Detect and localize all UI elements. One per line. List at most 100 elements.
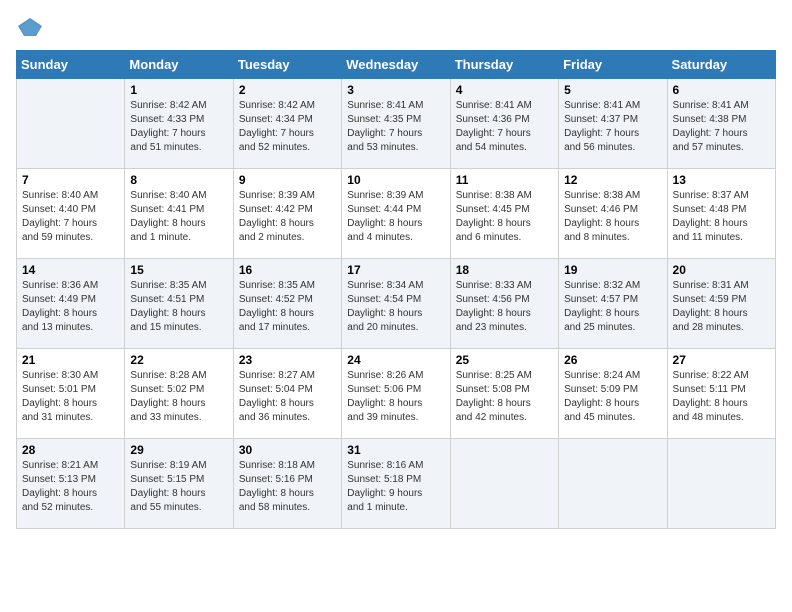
day-number: 25 [456, 353, 553, 367]
day-cell: 17 Sunrise: 8:34 AM Sunset: 4:54 PM Dayli… [342, 259, 450, 349]
day-cell: 1Sunrise: 8:42 AM Sunset: 4:33 PM Daylig… [125, 79, 233, 169]
day-number: 6 [673, 83, 770, 97]
day-number: 16 [239, 263, 336, 277]
day-cell: 8 Sunrise: 8:40 AM Sunset: 4:41 PM Daylig… [125, 169, 233, 259]
day-info: Sunrise: 8:35 AM Sunset: 4:52 PM Dayligh… [239, 279, 336, 335]
day-cell: 28 Sunrise: 8:21 AM Sunset: 5:13 PM Dayli… [17, 439, 125, 529]
day-info: Sunrise: 8:34 AM Sunset: 4:54 PM Dayligh… [347, 279, 444, 335]
day-info: Sunrise: 8:35 AM Sunset: 4:51 PM Dayligh… [130, 279, 227, 335]
logo-icon [16, 16, 44, 38]
day-number: 5 [564, 83, 661, 97]
day-number: 9 [239, 173, 336, 187]
day-cell: 27 Sunrise: 8:22 AM Sunset: 5:11 PM Dayli… [667, 349, 775, 439]
day-cell: 22 Sunrise: 8:28 AM Sunset: 5:02 PM Dayli… [125, 349, 233, 439]
week-row-4: 21 Sunrise: 8:30 AM Sunset: 5:01 PM Dayli… [17, 349, 776, 439]
calendar-header-row: SundayMondayTuesdayWednesdayThursdayFrid… [17, 51, 776, 79]
day-info: Sunrise: 8:38 AM Sunset: 4:46 PM Dayligh… [564, 189, 661, 245]
day-info: Sunrise: 8:42 AM Sunset: 4:33 PM Dayligh… [130, 99, 227, 155]
week-row-1: 1Sunrise: 8:42 AM Sunset: 4:33 PM Daylig… [17, 79, 776, 169]
day-number: 12 [564, 173, 661, 187]
day-number: 28 [22, 443, 119, 457]
day-cell: 7 Sunrise: 8:40 AM Sunset: 4:40 PM Daylig… [17, 169, 125, 259]
day-cell [667, 439, 775, 529]
day-info: Sunrise: 8:41 AM Sunset: 4:37 PM Dayligh… [564, 99, 661, 155]
day-info: Sunrise: 8:41 AM Sunset: 4:38 PM Dayligh… [673, 99, 770, 155]
column-header-friday: Friday [559, 51, 667, 79]
day-number: 19 [564, 263, 661, 277]
day-cell: 14 Sunrise: 8:36 AM Sunset: 4:49 PM Dayli… [17, 259, 125, 349]
day-number: 26 [564, 353, 661, 367]
day-info: Sunrise: 8:36 AM Sunset: 4:49 PM Dayligh… [22, 279, 119, 335]
day-number: 14 [22, 263, 119, 277]
day-cell: 12 Sunrise: 8:38 AM Sunset: 4:46 PM Dayli… [559, 169, 667, 259]
day-number: 27 [673, 353, 770, 367]
day-number: 10 [347, 173, 444, 187]
day-info: Sunrise: 8:21 AM Sunset: 5:13 PM Dayligh… [22, 459, 119, 515]
column-header-tuesday: Tuesday [233, 51, 341, 79]
day-info: Sunrise: 8:25 AM Sunset: 5:08 PM Dayligh… [456, 369, 553, 425]
day-cell: 18Sunrise: 8:33 AM Sunset: 4:56 PM Dayli… [450, 259, 558, 349]
day-cell: 11 Sunrise: 8:38 AM Sunset: 4:45 PM Dayli… [450, 169, 558, 259]
day-cell: 26 Sunrise: 8:24 AM Sunset: 5:09 PM Dayli… [559, 349, 667, 439]
day-cell: 19 Sunrise: 8:32 AM Sunset: 4:57 PM Dayli… [559, 259, 667, 349]
day-cell: 6 Sunrise: 8:41 AM Sunset: 4:38 PM Daylig… [667, 79, 775, 169]
day-cell: 31 Sunrise: 8:16 AM Sunset: 5:18 PM Dayli… [342, 439, 450, 529]
day-cell [559, 439, 667, 529]
column-header-thursday: Thursday [450, 51, 558, 79]
column-header-wednesday: Wednesday [342, 51, 450, 79]
day-info: Sunrise: 8:22 AM Sunset: 5:11 PM Dayligh… [673, 369, 770, 425]
day-cell: 5 Sunrise: 8:41 AM Sunset: 4:37 PM Daylig… [559, 79, 667, 169]
day-info: Sunrise: 8:27 AM Sunset: 5:04 PM Dayligh… [239, 369, 336, 425]
day-info: Sunrise: 8:30 AM Sunset: 5:01 PM Dayligh… [22, 369, 119, 425]
calendar-table: SundayMondayTuesdayWednesdayThursdayFrid… [16, 50, 776, 529]
column-header-monday: Monday [125, 51, 233, 79]
day-info: Sunrise: 8:26 AM Sunset: 5:06 PM Dayligh… [347, 369, 444, 425]
day-info: Sunrise: 8:41 AM Sunset: 4:35 PM Dayligh… [347, 99, 444, 155]
day-number: 15 [130, 263, 227, 277]
column-header-sunday: Sunday [17, 51, 125, 79]
day-cell: 4 Sunrise: 8:41 AM Sunset: 4:36 PM Daylig… [450, 79, 558, 169]
day-number: 11 [456, 173, 553, 187]
day-cell: 21 Sunrise: 8:30 AM Sunset: 5:01 PM Dayli… [17, 349, 125, 439]
day-info: Sunrise: 8:37 AM Sunset: 4:48 PM Dayligh… [673, 189, 770, 245]
day-number: 21 [22, 353, 119, 367]
day-number: 2 [239, 83, 336, 97]
day-info: Sunrise: 8:32 AM Sunset: 4:57 PM Dayligh… [564, 279, 661, 335]
page-header [16, 16, 776, 38]
day-number: 23 [239, 353, 336, 367]
day-info: Sunrise: 8:16 AM Sunset: 5:18 PM Dayligh… [347, 459, 444, 515]
day-number: 3 [347, 83, 444, 97]
week-row-5: 28 Sunrise: 8:21 AM Sunset: 5:13 PM Dayli… [17, 439, 776, 529]
day-info: Sunrise: 8:28 AM Sunset: 5:02 PM Dayligh… [130, 369, 227, 425]
day-number: 22 [130, 353, 227, 367]
day-info: Sunrise: 8:33 AM Sunset: 4:56 PM Dayligh… [456, 279, 553, 335]
column-header-saturday: Saturday [667, 51, 775, 79]
day-number: 20 [673, 263, 770, 277]
day-cell: 2 Sunrise: 8:42 AM Sunset: 4:34 PM Daylig… [233, 79, 341, 169]
day-cell: 10 Sunrise: 8:39 AM Sunset: 4:44 PM Dayli… [342, 169, 450, 259]
day-number: 29 [130, 443, 227, 457]
day-info: Sunrise: 8:41 AM Sunset: 4:36 PM Dayligh… [456, 99, 553, 155]
day-number: 31 [347, 443, 444, 457]
day-number: 7 [22, 173, 119, 187]
day-number: 13 [673, 173, 770, 187]
day-cell: 3 Sunrise: 8:41 AM Sunset: 4:35 PM Daylig… [342, 79, 450, 169]
day-cell: 9 Sunrise: 8:39 AM Sunset: 4:42 PM Daylig… [233, 169, 341, 259]
day-info: Sunrise: 8:39 AM Sunset: 4:42 PM Dayligh… [239, 189, 336, 245]
day-info: Sunrise: 8:31 AM Sunset: 4:59 PM Dayligh… [673, 279, 770, 335]
day-info: Sunrise: 8:24 AM Sunset: 5:09 PM Dayligh… [564, 369, 661, 425]
day-info: Sunrise: 8:19 AM Sunset: 5:15 PM Dayligh… [130, 459, 227, 515]
week-row-3: 14 Sunrise: 8:36 AM Sunset: 4:49 PM Dayli… [17, 259, 776, 349]
day-info: Sunrise: 8:38 AM Sunset: 4:45 PM Dayligh… [456, 189, 553, 245]
day-number: 8 [130, 173, 227, 187]
day-info: Sunrise: 8:39 AM Sunset: 4:44 PM Dayligh… [347, 189, 444, 245]
day-number: 4 [456, 83, 553, 97]
day-cell: 25 Sunrise: 8:25 AM Sunset: 5:08 PM Dayli… [450, 349, 558, 439]
day-cell [450, 439, 558, 529]
day-info: Sunrise: 8:42 AM Sunset: 4:34 PM Dayligh… [239, 99, 336, 155]
day-info: Sunrise: 8:40 AM Sunset: 4:41 PM Dayligh… [130, 189, 227, 245]
day-cell: 16 Sunrise: 8:35 AM Sunset: 4:52 PM Dayli… [233, 259, 341, 349]
day-info: Sunrise: 8:40 AM Sunset: 4:40 PM Dayligh… [22, 189, 119, 245]
day-number: 17 [347, 263, 444, 277]
day-cell: 13 Sunrise: 8:37 AM Sunset: 4:48 PM Dayli… [667, 169, 775, 259]
